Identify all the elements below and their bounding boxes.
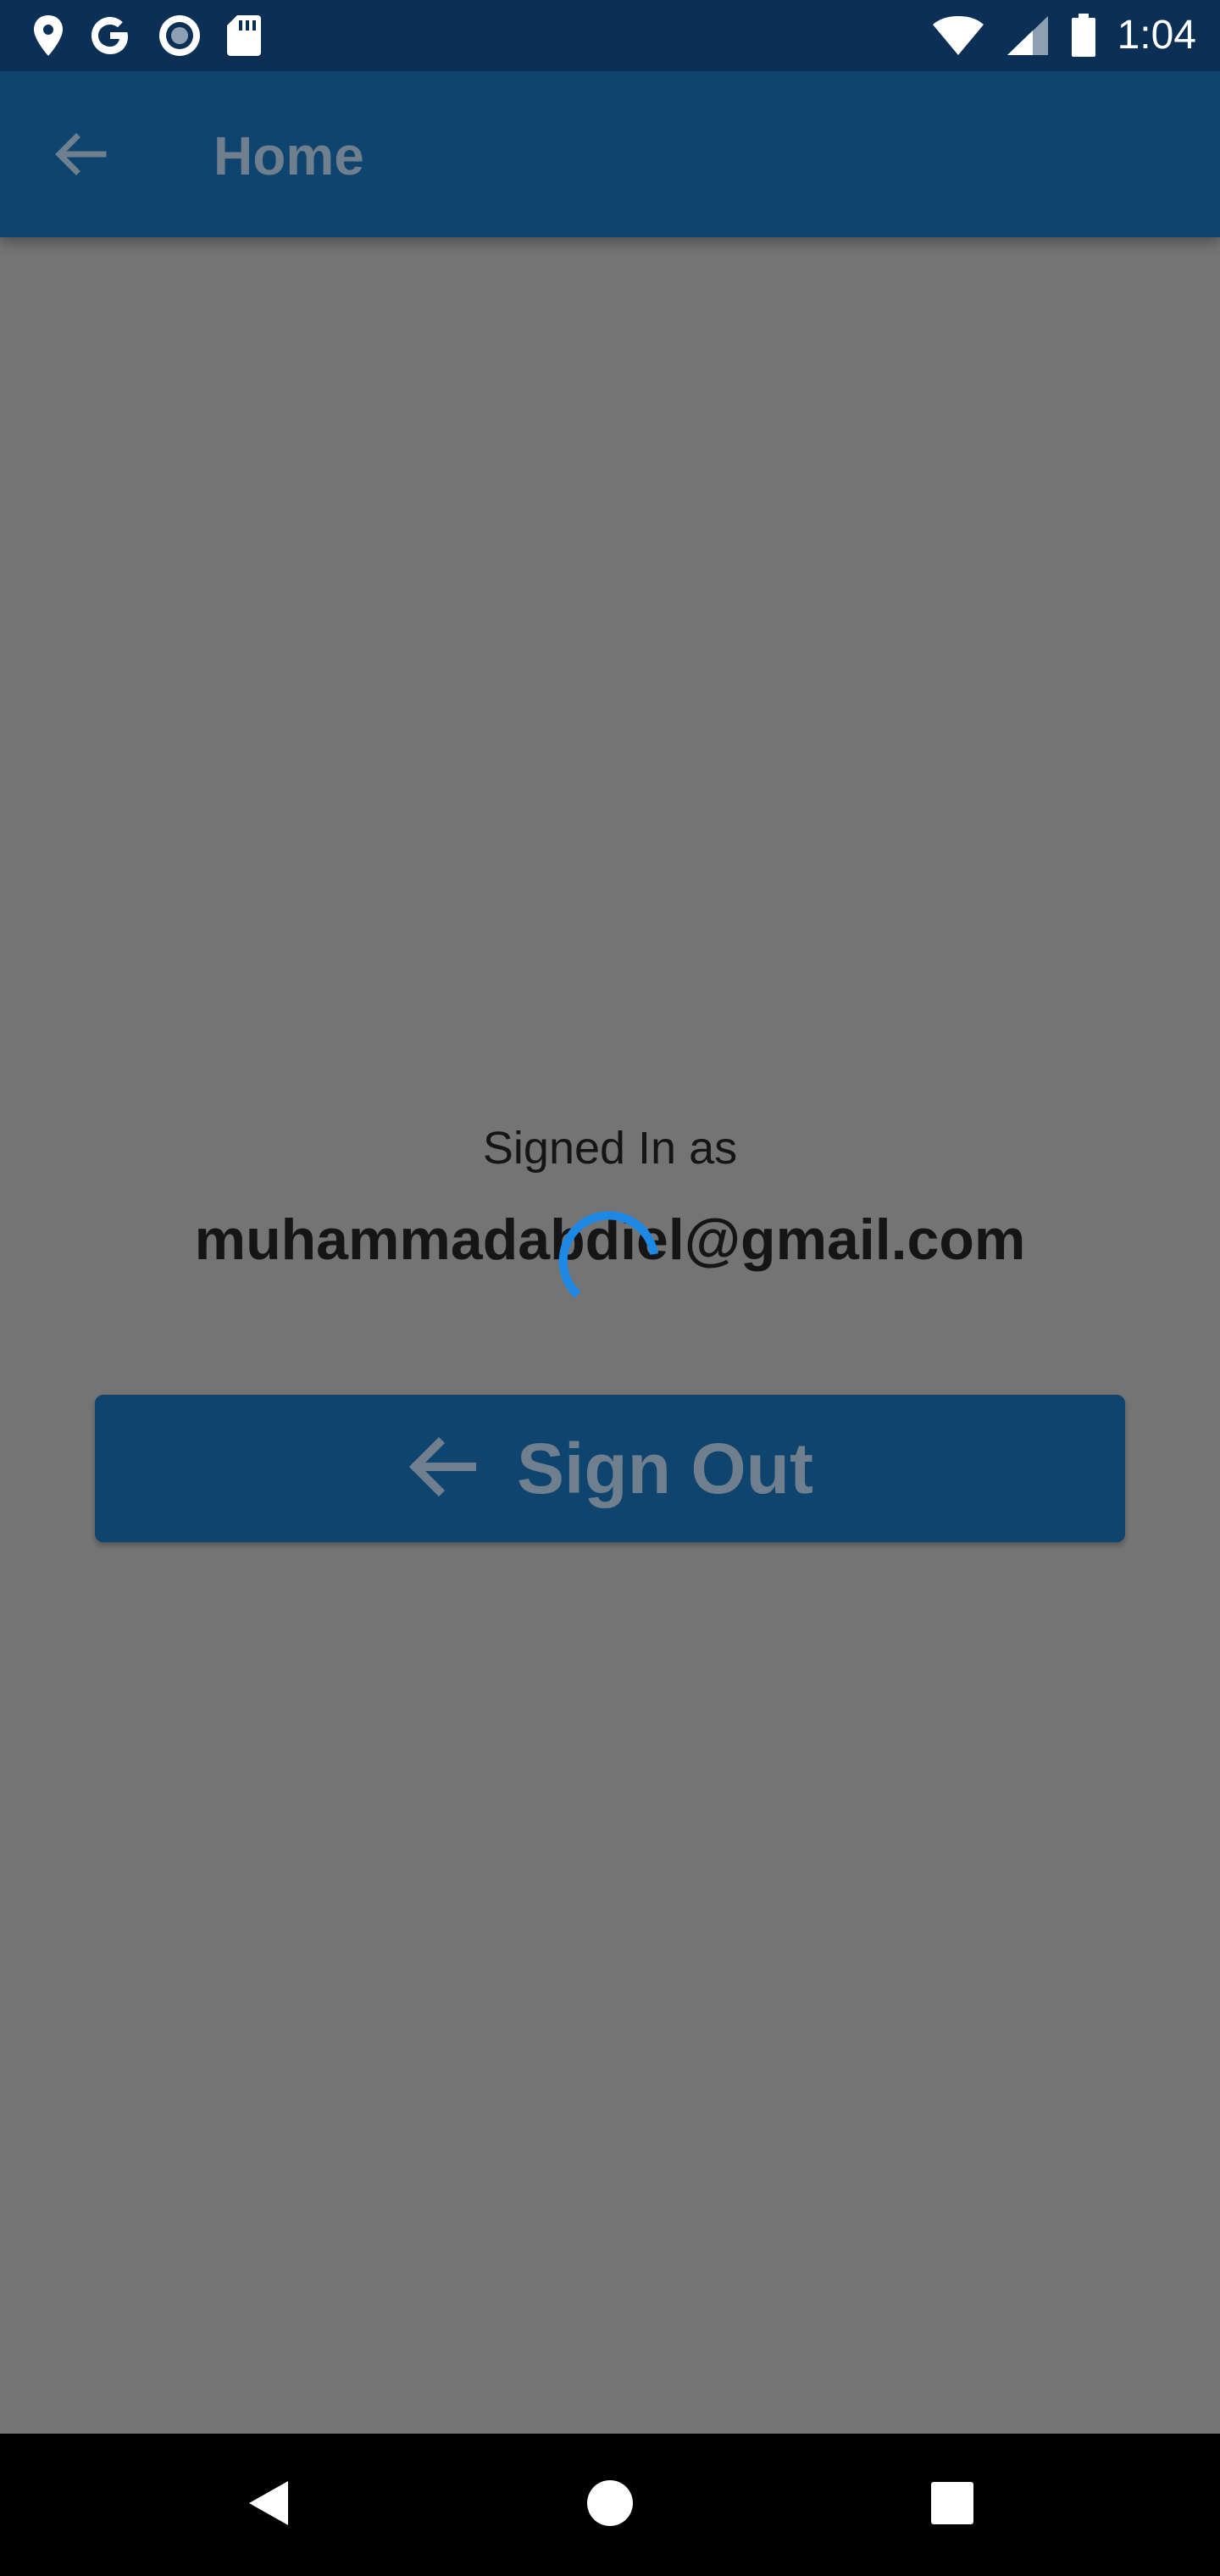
- system-nav-bar: [0, 2434, 1220, 2576]
- location-pin-icon: [32, 14, 64, 58]
- signed-in-label: Signed In as: [482, 1123, 738, 1174]
- recents-square-icon: [929, 2480, 975, 2530]
- loading-spinner: [544, 1190, 673, 1319]
- app-screen: 1:04 Home Signed In as muhammadabdiel@gm…: [0, 0, 1220, 2576]
- nav-back-button[interactable]: [227, 2464, 308, 2545]
- back-triangle-icon: [244, 2478, 291, 2533]
- page-title: Home: [214, 125, 364, 186]
- sign-out-label: Sign Out: [517, 1429, 813, 1508]
- nav-home-button[interactable]: [569, 2464, 651, 2545]
- arrow-left-icon: [53, 130, 107, 182]
- back-button[interactable]: [44, 120, 115, 192]
- sd-card-icon: [225, 14, 263, 58]
- sign-out-button[interactable]: Sign Out: [95, 1395, 1125, 1542]
- status-left-icons: [32, 12, 263, 59]
- home-circle-icon: [585, 2479, 635, 2532]
- status-bar: 1:04: [0, 0, 1220, 71]
- status-right-icons: 1:04: [931, 12, 1196, 59]
- wifi-icon: [931, 14, 985, 57]
- app-bar: Home: [0, 71, 1220, 237]
- battery-icon: [1070, 14, 1097, 58]
- google-g-icon: [86, 12, 134, 59]
- arrow-left-icon: [407, 1435, 478, 1503]
- record-icon: [156, 12, 203, 59]
- cell-signal-icon: [1006, 14, 1050, 57]
- status-time: 1:04: [1117, 13, 1196, 58]
- nav-recents-button[interactable]: [912, 2464, 993, 2545]
